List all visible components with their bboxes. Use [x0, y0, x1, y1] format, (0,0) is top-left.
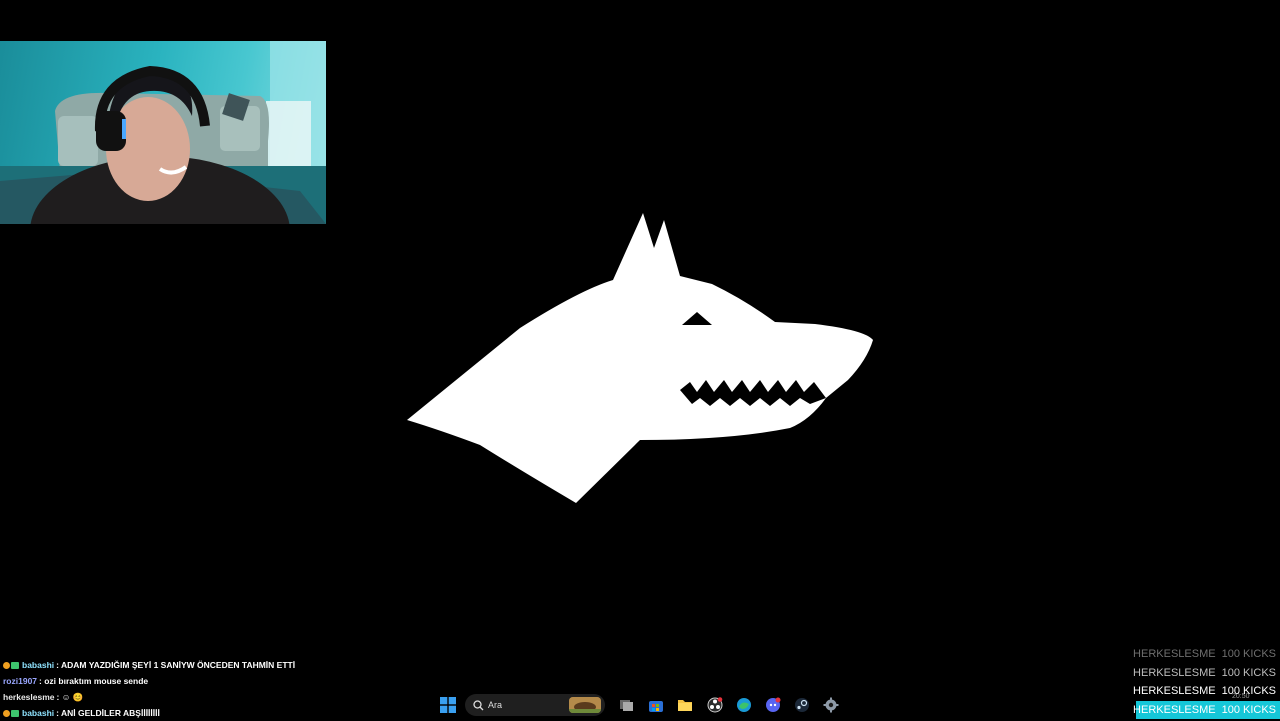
- discord-icon[interactable]: [764, 696, 782, 714]
- chat-message: rozi1907 : ozi bıraktım mouse sende: [3, 673, 423, 689]
- chat-text: : ☺ 😊: [56, 692, 84, 702]
- kick-username: HERKESLESME: [1133, 685, 1216, 697]
- search-highlight-image: [569, 697, 601, 713]
- kick-alert-row: HERKESLESME 100 KICKS: [1133, 682, 1276, 701]
- edge-browser-icon[interactable]: [735, 696, 753, 714]
- chat-text: : ozi bıraktım mouse sende: [39, 676, 149, 686]
- badge-icon: [3, 709, 10, 717]
- kick-count: 100 KICKS: [1221, 703, 1276, 716]
- task-view-icon[interactable]: [618, 696, 636, 714]
- taskbar-search-box[interactable]: Ara: [465, 694, 605, 716]
- search-icon: [473, 699, 484, 711]
- kick-username: HERKESLESME: [1133, 666, 1216, 679]
- chat-text: : ADAM YAZDIĞIM ŞEYİ 1 SANİYW ÖNCEDEN TA…: [56, 660, 296, 670]
- settings-icon[interactable]: [822, 696, 840, 714]
- search-placeholder: Ara: [488, 700, 503, 710]
- subscriber-badge-icon: [11, 709, 19, 717]
- streamer-camera-image: [0, 41, 326, 224]
- chat-username: rozi1907: [3, 676, 38, 686]
- microsoft-store-icon[interactable]: [647, 696, 665, 714]
- file-explorer-icon[interactable]: [676, 696, 694, 714]
- chat-username: babashi: [22, 660, 55, 670]
- steam-icon[interactable]: [793, 696, 811, 714]
- kick-username: HERKESLESME: [1133, 648, 1216, 660]
- subscriber-badge-icon: [11, 661, 19, 669]
- kick-count: 100 KICKS: [1221, 666, 1276, 679]
- chat-message: babashi : ANİ GELDİLER ABŞİİİİİİİİ: [3, 705, 423, 721]
- kick-alert-row: HERKESLESME 100 KICKS: [1133, 645, 1276, 664]
- chat-text: : ANİ GELDİLER ABŞİİİİİİİİ: [56, 708, 160, 718]
- chat-overlay: babashi : ADAM YAZDIĞIM ŞEYİ 1 SANİYW ÖN…: [3, 657, 423, 721]
- obs-icon[interactable]: [706, 696, 724, 714]
- kicks-alert-list: HERKESLESME 100 KICKS HERKESLESME 100 KI…: [1133, 645, 1280, 719]
- kick-count: 100 KICKS: [1221, 648, 1276, 660]
- wolf-logo-image: [407, 213, 873, 503]
- chat-message: babashi : ADAM YAZDIĞIM ŞEYİ 1 SANİYW ÖN…: [3, 657, 423, 673]
- chat-username: herkeslesme: [3, 692, 55, 702]
- kick-alert-row: HERKESLESME 100 KICKS: [1133, 700, 1280, 719]
- webcam-overlay: [0, 41, 326, 224]
- chat-message: herkeslesme : ☺ 😊: [3, 689, 423, 705]
- windows-start-icon[interactable]: [439, 696, 457, 714]
- kick-alert-row: HERKESLESME 100 KICKS: [1133, 664, 1276, 683]
- kick-username: HERKESLESME: [1133, 703, 1216, 716]
- chat-username: babashi: [22, 708, 55, 718]
- badge-icon: [3, 661, 10, 669]
- windows-taskbar: Ara: [430, 690, 850, 720]
- kick-count: 100 KICKS: [1221, 685, 1276, 697]
